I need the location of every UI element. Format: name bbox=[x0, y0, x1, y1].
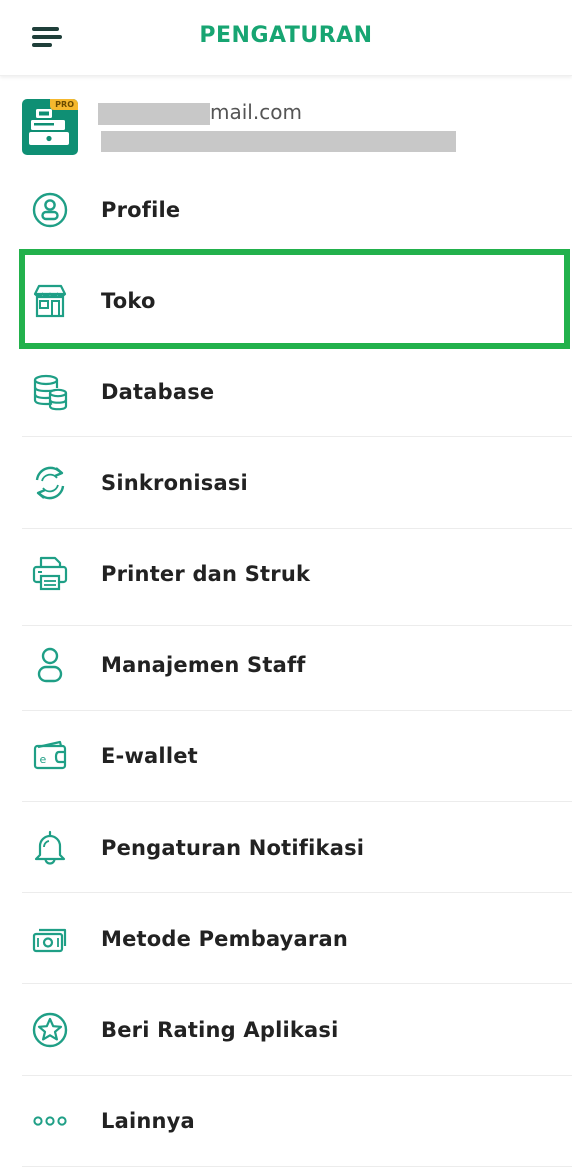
menu-item-lainnya[interactable]: Lainnya bbox=[0, 1095, 572, 1147]
svg-text:e: e bbox=[40, 753, 47, 766]
redacted-account-detail bbox=[101, 131, 456, 152]
staff-icon bbox=[37, 647, 63, 683]
menu-item-database[interactable]: Database bbox=[0, 366, 572, 418]
bell-icon bbox=[34, 830, 66, 865]
more-dots-icon bbox=[33, 1116, 67, 1126]
star-icon bbox=[32, 1012, 68, 1048]
menu-item-e-wallet[interactable]: e E-wallet bbox=[0, 730, 572, 782]
menu-item-label: Sinkronisasi bbox=[101, 471, 248, 495]
menu-item-label: Printer dan Struk bbox=[101, 562, 311, 586]
wallet-icon: e bbox=[33, 740, 67, 770]
menu-item-beri-rating-aplikasi[interactable]: Beri Rating Aplikasi bbox=[0, 1004, 572, 1056]
divider bbox=[22, 1075, 572, 1076]
divider bbox=[22, 892, 572, 893]
highlight-box bbox=[19, 249, 570, 349]
redacted-email-prefix bbox=[98, 103, 210, 125]
email-suffix: mail.com bbox=[210, 100, 302, 124]
menu-item-label: E-wallet bbox=[101, 744, 198, 768]
account-header: PRO mail.com bbox=[0, 76, 572, 166]
menu-item-label: Profile bbox=[101, 198, 181, 222]
menu-item-label: Database bbox=[101, 380, 215, 404]
pro-badge: PRO bbox=[50, 99, 78, 110]
menu-item-label: Metode Pembayaran bbox=[101, 927, 349, 951]
database-icon bbox=[33, 374, 68, 411]
menu-item-label: Pengaturan Notifikasi bbox=[101, 836, 365, 860]
divider bbox=[22, 528, 572, 529]
page-title: PENGATURAN bbox=[199, 23, 373, 48]
menu-item-label: Beri Rating Aplikasi bbox=[101, 1018, 339, 1042]
printer-icon bbox=[32, 556, 68, 591]
menu-item-manajemen-staff[interactable]: Manajemen Staff bbox=[0, 639, 572, 691]
money-icon bbox=[32, 928, 67, 953]
menu-item-printer-dan-struk[interactable]: Printer dan Struk bbox=[0, 548, 572, 600]
menu-item-metode-pembayaran[interactable]: Metode Pembayaran bbox=[0, 913, 572, 965]
sync-icon bbox=[35, 466, 65, 500]
divider bbox=[22, 436, 572, 437]
app-bar: PENGATURAN bbox=[0, 0, 572, 76]
menu-item-profile[interactable]: Profile bbox=[0, 184, 572, 236]
menu-item-label: Manajemen Staff bbox=[101, 653, 306, 677]
menu-item-pengaturan-notifikasi[interactable]: Pengaturan Notifikasi bbox=[0, 822, 572, 874]
divider bbox=[22, 710, 572, 711]
menu-item-label: Lainnya bbox=[101, 1109, 195, 1133]
profile-icon bbox=[32, 192, 68, 228]
divider bbox=[22, 801, 572, 802]
divider bbox=[22, 625, 572, 626]
divider bbox=[22, 983, 572, 984]
avatar: PRO bbox=[22, 99, 78, 155]
menu-item-sinkronisasi[interactable]: Sinkronisasi bbox=[0, 457, 572, 509]
